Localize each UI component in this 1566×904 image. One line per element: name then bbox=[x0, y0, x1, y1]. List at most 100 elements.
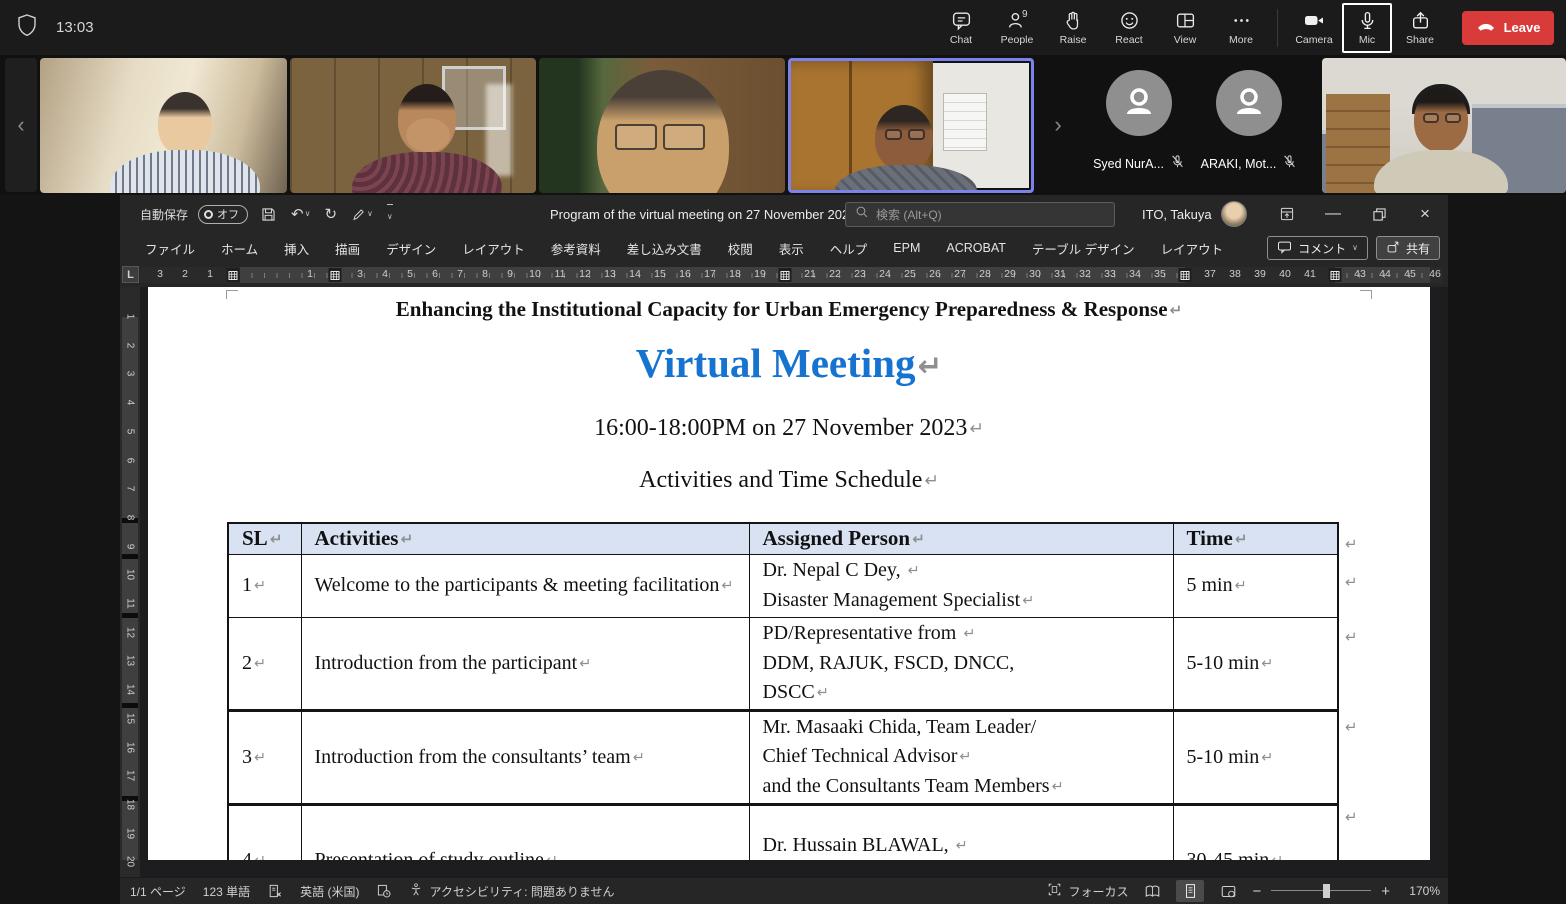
raise-hand-button[interactable]: Raise bbox=[1045, 2, 1101, 54]
v-ruler[interactable]: 1234567891011121314151617181920 bbox=[120, 287, 140, 877]
hang-up-icon bbox=[1476, 19, 1496, 37]
page-indicator[interactable]: 1/1 ページ bbox=[130, 883, 186, 900]
ruler-number: 37 bbox=[1204, 268, 1216, 280]
tab-home[interactable]: ホーム bbox=[208, 233, 271, 264]
share-button[interactable]: Share bbox=[1392, 2, 1448, 54]
mic-icon bbox=[1357, 10, 1378, 31]
participant-roster-tile[interactable]: Syed NurA... bbox=[1084, 58, 1194, 193]
ruler-number: 22 bbox=[829, 268, 841, 280]
tab-stop-selector[interactable]: L bbox=[122, 266, 139, 283]
comments-button[interactable]: コメント ∨ bbox=[1267, 236, 1368, 260]
more-button[interactable]: More bbox=[1213, 2, 1269, 54]
print-layout-button[interactable] bbox=[1176, 880, 1204, 902]
table-row: 3 Introduction from the consultants’ tea… bbox=[228, 710, 1338, 804]
user-name: ITO, Takuya bbox=[1142, 207, 1212, 222]
tab-view[interactable]: 表示 bbox=[766, 233, 817, 264]
tab-insert[interactable]: 挿入 bbox=[271, 233, 322, 264]
save-button[interactable] bbox=[258, 204, 279, 225]
table-column-marker[interactable] bbox=[227, 268, 240, 282]
word-count[interactable]: 123 単語 bbox=[203, 883, 250, 900]
ruler-number: 10 bbox=[529, 268, 541, 280]
close-button[interactable]: × bbox=[1402, 195, 1448, 233]
ruler-number: 8 bbox=[482, 268, 488, 280]
video-tile-active-speaker[interactable] bbox=[788, 58, 1034, 193]
tab-draw[interactable]: 描画 bbox=[322, 233, 373, 264]
table-column-marker[interactable] bbox=[329, 268, 342, 282]
tab-mailings[interactable]: 差し込み文書 bbox=[614, 233, 715, 264]
redo-button[interactable]: ↻ bbox=[322, 203, 339, 225]
h-ruler[interactable]: 3211345678910111213141516171819212223242… bbox=[140, 267, 1442, 283]
ruler-number: 3 bbox=[125, 364, 136, 384]
end-of-row-mark: ↵ bbox=[1345, 535, 1358, 553]
glasses bbox=[615, 124, 705, 150]
react-button[interactable]: React bbox=[1101, 2, 1157, 54]
autosave-toggle[interactable]: オフ bbox=[198, 205, 248, 224]
leave-button[interactable]: Leave bbox=[1462, 11, 1554, 45]
zoom-out-button[interactable]: − bbox=[1252, 883, 1261, 900]
zoom-slider[interactable] bbox=[1271, 884, 1371, 898]
ruler-number: 10 bbox=[125, 565, 136, 585]
search-box[interactable] bbox=[845, 202, 1115, 227]
tab-design[interactable]: デザイン bbox=[373, 233, 449, 264]
language-indicator[interactable]: 英語 (米国) bbox=[300, 883, 359, 900]
tab-references[interactable]: 参考資料 bbox=[538, 233, 614, 264]
chat-icon bbox=[951, 10, 972, 31]
zoom-level[interactable]: 170% bbox=[1400, 884, 1440, 898]
video-tile-self[interactable] bbox=[1322, 58, 1566, 193]
document-page[interactable]: Enhancing the Institutional Capacity for… bbox=[148, 287, 1430, 860]
glasses bbox=[885, 129, 925, 140]
web-layout-button[interactable] bbox=[1214, 880, 1242, 902]
video-tile[interactable] bbox=[40, 58, 287, 193]
search-icon bbox=[855, 205, 869, 224]
pen-input-button[interactable]: ∨ bbox=[349, 205, 375, 224]
ruler-number: 1 bbox=[125, 307, 136, 327]
paragraph-mark bbox=[544, 849, 558, 860]
zoom-in-button[interactable]: + bbox=[1381, 883, 1390, 900]
tab-epm[interactable]: EPM bbox=[880, 235, 933, 261]
video-tile[interactable] bbox=[539, 58, 785, 193]
share-document-button[interactable]: 共有 bbox=[1376, 236, 1440, 260]
focus-mode-button[interactable]: フォーカス bbox=[1047, 882, 1128, 900]
mic-button[interactable]: Mic bbox=[1342, 3, 1392, 53]
paragraph-mark bbox=[967, 415, 983, 441]
table-column-marker[interactable] bbox=[1329, 268, 1342, 282]
read-mode-button[interactable] bbox=[1138, 880, 1166, 902]
proofing-status-icon[interactable] bbox=[267, 883, 283, 899]
paragraph-mark bbox=[268, 526, 283, 550]
search-input[interactable] bbox=[876, 208, 1086, 222]
ruler-number: 19 bbox=[754, 268, 766, 280]
camera-button[interactable]: Camera bbox=[1286, 2, 1342, 54]
share-icon bbox=[1410, 10, 1431, 31]
track-changes-icon[interactable] bbox=[376, 883, 392, 899]
ruler-number: 18 bbox=[125, 794, 136, 814]
video-tile[interactable] bbox=[290, 58, 536, 193]
restore-button[interactable] bbox=[1356, 195, 1402, 233]
tab-layout[interactable]: レイアウト bbox=[449, 233, 538, 264]
tab-help[interactable]: ヘルプ bbox=[817, 233, 881, 264]
account-menu[interactable]: ITO, Takuya bbox=[1142, 195, 1247, 233]
scroll-left-button[interactable]: ‹ bbox=[5, 58, 37, 192]
ruler-number: 26 bbox=[929, 268, 941, 280]
header-assigned: Assigned Person bbox=[749, 523, 1173, 554]
participant-roster-tile[interactable]: ARAKI, Mot... bbox=[1194, 58, 1304, 193]
ruler-number: 24 bbox=[879, 268, 891, 280]
table-column-marker[interactable] bbox=[779, 268, 792, 282]
undo-button[interactable]: ↶∨ bbox=[289, 203, 312, 225]
tab-file[interactable]: ファイル bbox=[132, 233, 208, 264]
tab-table-layout[interactable]: レイアウト bbox=[1148, 233, 1237, 264]
header-sl: SL bbox=[228, 523, 301, 554]
zoom-slider-thumb[interactable] bbox=[1323, 884, 1330, 898]
minimize-button[interactable]: — bbox=[1310, 195, 1356, 233]
ribbon-display-options-button[interactable] bbox=[1264, 195, 1310, 233]
tab-review[interactable]: 校閲 bbox=[715, 233, 766, 264]
tab-table-design[interactable]: テーブル デザイン bbox=[1019, 233, 1148, 264]
view-button[interactable]: View bbox=[1157, 2, 1213, 54]
chat-button[interactable]: Chat bbox=[933, 2, 989, 54]
screen: 13:03 Chat 9 People Raise React Vi bbox=[0, 0, 1566, 904]
table-column-marker[interactable] bbox=[1179, 268, 1192, 282]
ruler-number: 17 bbox=[704, 268, 716, 280]
tab-acrobat[interactable]: ACROBAT bbox=[933, 235, 1019, 261]
customize-quick-access-button[interactable]: ∨ bbox=[385, 202, 395, 226]
people-button[interactable]: 9 People bbox=[989, 2, 1045, 54]
accessibility-status[interactable]: アクセシビリティ: 問題ありません bbox=[409, 882, 614, 900]
